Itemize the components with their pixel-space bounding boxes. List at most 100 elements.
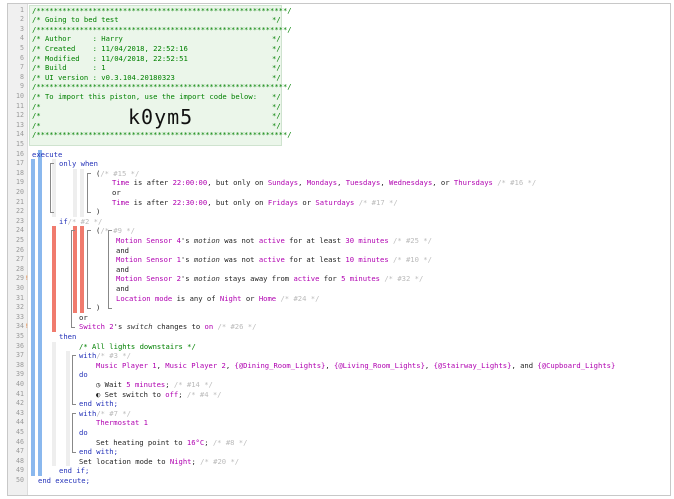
line-number: 39 <box>16 370 24 379</box>
only-when-keyword[interactable]: only when <box>59 159 98 168</box>
with-keyword[interactable]: with <box>79 409 96 418</box>
and-operator[interactable]: and <box>116 284 129 293</box>
task-text[interactable]: Set switch to <box>100 390 165 399</box>
header-comment-line: /* Going to bed test <box>32 15 119 25</box>
day-value[interactable]: Thursdays <box>454 178 493 187</box>
attribute-name[interactable]: motion <box>194 236 220 245</box>
then-keyword[interactable]: then <box>59 332 76 341</box>
code-line-44: Thermostat 1 <box>96 418 148 428</box>
variable-name[interactable]: {@Cupboard_Lights} <box>537 361 615 370</box>
possessive: 's <box>180 255 194 265</box>
header-comment-line: /* UI version : v0.3.104.20180323 <box>32 72 175 82</box>
task-text[interactable]: Set heating point to <box>96 438 187 447</box>
duration-value[interactable]: 30 minutes <box>345 236 388 245</box>
attribute-value[interactable]: active <box>259 255 285 264</box>
mode-value[interactable]: Home <box>259 294 276 303</box>
piston-code-view: 1 2 3 4 5 6 7 8 9 10 11 12 13 14 15 16 17 18 19 20 21 22 23 24 2… <box>7 3 671 496</box>
line-number: 3 <box>20 24 24 33</box>
line-number: 22 <box>16 207 24 216</box>
temperature-value[interactable]: 16°C <box>187 438 204 447</box>
if-condition-bar[interactable] <box>52 226 56 332</box>
attribute-value[interactable]: on <box>205 322 214 331</box>
task-text[interactable]: Wait <box>100 380 126 389</box>
condition-marker-icon[interactable]: ! <box>25 322 29 332</box>
attribute-value[interactable]: active <box>259 236 285 245</box>
device-name[interactable]: Switch 2 <box>79 322 114 331</box>
time-operand[interactable]: Time <box>112 178 129 187</box>
condition-marker-icon[interactable]: ! <box>25 274 29 284</box>
separator: , <box>225 360 235 370</box>
block-bracket <box>71 230 75 329</box>
line-number: 6 <box>20 53 24 62</box>
day-value[interactable]: Wednesdays <box>389 178 432 187</box>
if-keyword[interactable]: if <box>59 217 68 226</box>
mode-value[interactable]: Night <box>170 457 192 466</box>
line-number: 8 <box>20 72 24 81</box>
do-keyword[interactable]: do <box>79 428 88 437</box>
variable-name[interactable]: {@Stairway_Lights} <box>434 361 512 370</box>
execute-block-bar[interactable] <box>31 159 35 476</box>
line-number: 40 <box>16 379 24 388</box>
header-comment-line: /* <box>32 101 41 111</box>
possessive: 's <box>180 235 194 245</box>
duration-value[interactable]: 5 minutes <box>341 274 380 283</box>
with-keyword[interactable]: with <box>79 351 96 360</box>
separator: ; <box>165 379 174 389</box>
execute-keyword[interactable]: execute <box>32 150 62 159</box>
import-code[interactable]: k0ym5 <box>128 106 193 128</box>
line-number: 41 <box>16 389 24 398</box>
mode-value[interactable]: Night <box>220 294 242 303</box>
variable-name[interactable]: {@Living_Room_Lights} <box>334 361 425 370</box>
duration-value[interactable]: 5 minutes <box>126 380 165 389</box>
close-paren[interactable]: ) <box>96 303 100 312</box>
and-operator[interactable]: and <box>116 246 129 255</box>
location-mode-operand[interactable]: Location mode <box>116 294 172 303</box>
end-if-keyword[interactable]: end if; <box>59 466 89 475</box>
day-value[interactable]: Tuesdays <box>346 178 381 187</box>
block-bracket <box>72 355 76 406</box>
line-number: 19 <box>16 178 24 187</box>
execute-inner-bar[interactable] <box>38 149 42 476</box>
line-number: 50 <box>16 475 24 484</box>
attribute-name[interactable]: motion <box>194 255 220 264</box>
or-operator[interactable]: or <box>112 188 121 197</box>
condition-group-inner-bar[interactable] <box>80 226 84 313</box>
code-line-18: (/* #15 */ <box>96 169 139 179</box>
and-operator[interactable]: and <box>116 265 129 274</box>
device-name[interactable]: Thermostat 1 <box>96 418 148 427</box>
day-value[interactable]: Mondays <box>307 178 337 187</box>
task-text[interactable]: Set location mode to <box>79 457 170 466</box>
end-with-keyword[interactable]: end with; <box>79 399 118 408</box>
header-comment-end: */ <box>272 15 281 25</box>
time-value[interactable]: 22:30:00 <box>173 198 208 207</box>
device-name[interactable]: Music Player 1 <box>96 361 157 370</box>
attribute-name[interactable]: motion <box>194 274 220 283</box>
device-name[interactable]: Motion Sensor 2 <box>116 274 181 283</box>
statement-comment: /* All lights downstairs */ <box>79 341 196 351</box>
header-star-line: /***************************************… <box>32 82 292 92</box>
day-value[interactable]: Saturdays <box>315 198 354 207</box>
line-number: 12 <box>16 111 24 120</box>
end-execute-keyword[interactable]: end execute; <box>38 476 90 485</box>
line-number: 21 <box>16 197 24 206</box>
device-name[interactable]: Motion Sensor 4 <box>116 236 181 245</box>
attribute-name[interactable]: switch <box>127 322 153 331</box>
variable-name[interactable]: {@Dining_Room_Lights} <box>235 361 326 370</box>
statement-id-note: /* #20 */ <box>200 456 240 466</box>
possessive: 's <box>180 274 194 284</box>
duration-value[interactable]: 10 minutes <box>345 255 388 264</box>
day-value[interactable]: Fridays <box>268 198 298 207</box>
end-with-keyword[interactable]: end with; <box>79 447 118 456</box>
device-name[interactable]: Motion Sensor 1 <box>116 255 181 264</box>
code-line-49: end if; <box>59 466 89 476</box>
do-keyword[interactable]: do <box>79 370 88 379</box>
device-name[interactable]: Music Player 2 <box>165 361 226 370</box>
close-paren[interactable]: ) <box>96 207 100 216</box>
time-value[interactable]: 22:00:00 <box>173 178 208 187</box>
attribute-value[interactable]: active <box>293 274 319 283</box>
time-operand[interactable]: Time <box>112 198 129 207</box>
code-line-34: Switch 2's switch changes to on /* #26 *… <box>79 322 256 332</box>
switch-value[interactable]: off <box>165 390 178 399</box>
day-value[interactable]: Sundays <box>268 178 298 187</box>
or-operator[interactable]: or <box>79 313 88 322</box>
